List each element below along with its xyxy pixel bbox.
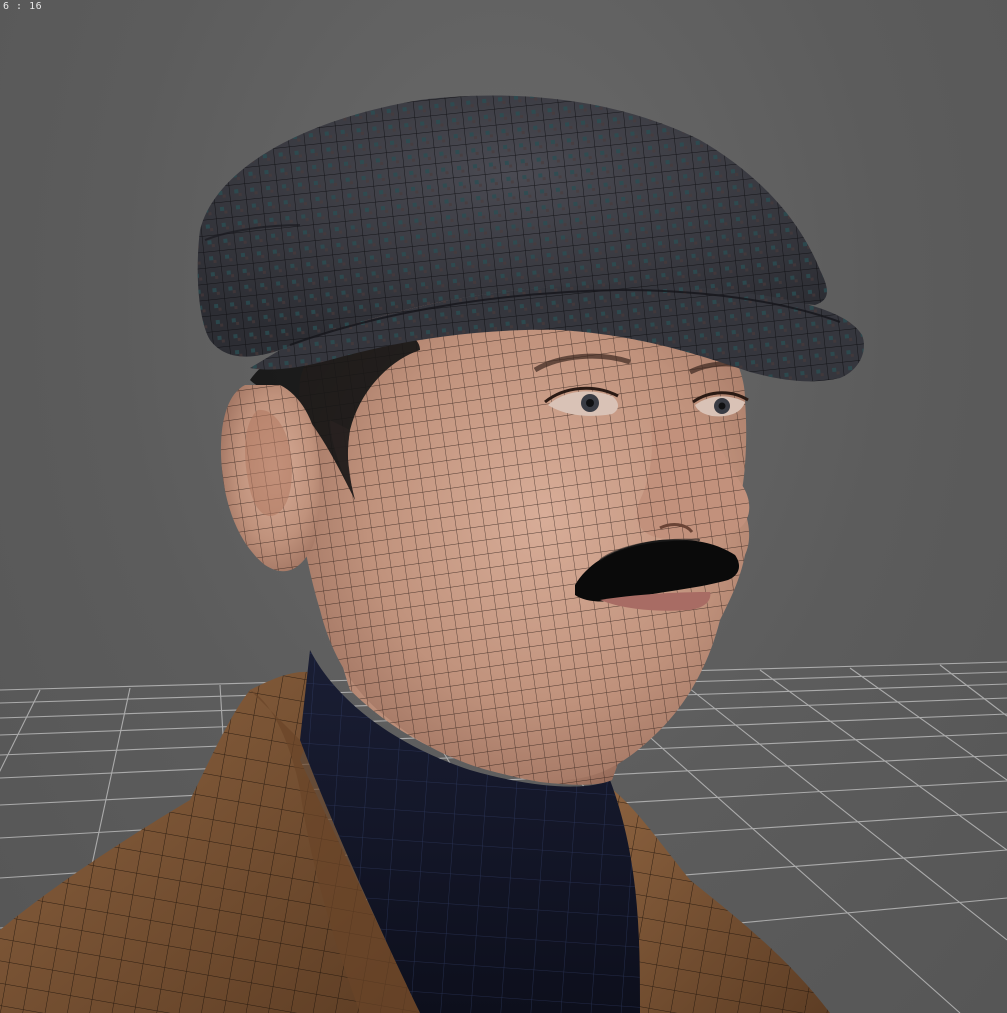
viewport-scene[interactable] bbox=[0, 0, 1007, 1013]
frame-counter: 6 : 16 bbox=[3, 1, 43, 12]
3d-viewport[interactable]: 6 : 16 bbox=[0, 0, 1007, 1013]
ear-mesh bbox=[220, 385, 320, 572]
